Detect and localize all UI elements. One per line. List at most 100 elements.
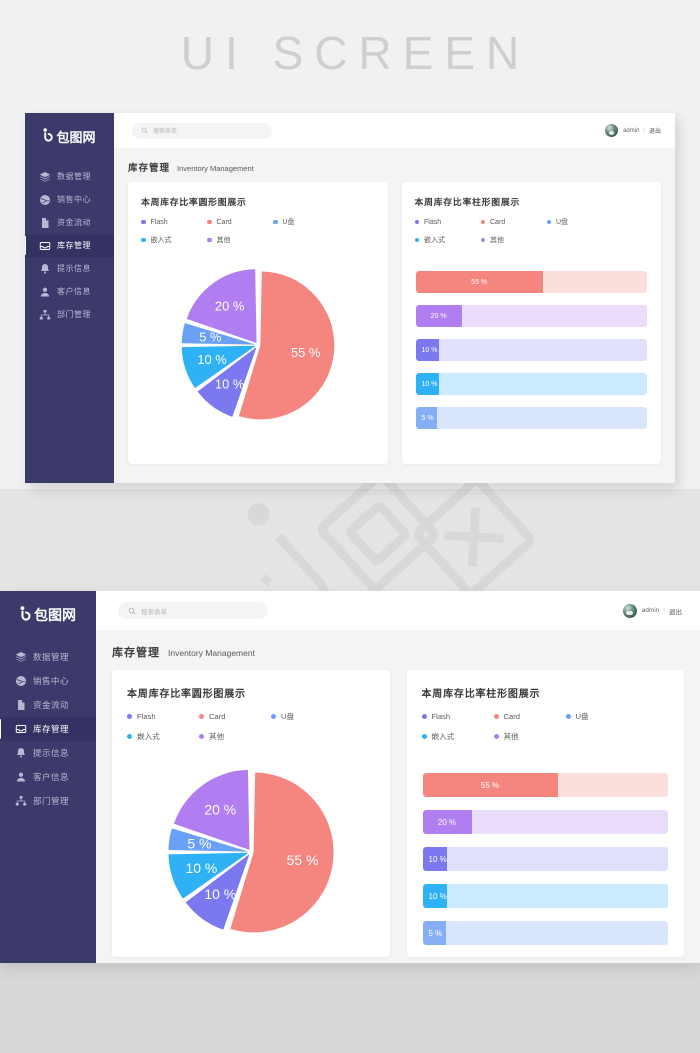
sidebar-item-label: 数据管理 bbox=[33, 652, 70, 662]
legend-item[interactable]: Card bbox=[480, 217, 547, 227]
logo-mark bbox=[43, 127, 54, 145]
legend-item[interactable]: 其他 bbox=[207, 235, 273, 245]
legend-dot bbox=[480, 237, 485, 243]
legend-item[interactable]: Flash bbox=[127, 711, 199, 722]
logo[interactable]: 包图网 bbox=[25, 113, 114, 159]
legend-item[interactable]: 其他 bbox=[199, 731, 271, 742]
sidebar-item-label: 销售中心 bbox=[33, 676, 70, 686]
legend-item[interactable]: Card bbox=[493, 711, 566, 722]
legend-item[interactable]: Flash bbox=[421, 711, 494, 722]
bar-row[interactable]: 20 % bbox=[422, 810, 668, 834]
legend-dot bbox=[199, 714, 204, 719]
card-bar-chart: 本周库存比率柱形图展示 Flash Card U盘 嵌入式 其他 55 % 20 … bbox=[406, 670, 684, 957]
sidebar-item-inventory-management[interactable]: 库存管理 bbox=[0, 717, 96, 741]
sidebar-item-notifications[interactable]: 提示信息 bbox=[25, 257, 114, 280]
bar-row[interactable]: 5 % bbox=[422, 921, 668, 945]
sidebar-item-notifications[interactable]: 提示信息 bbox=[0, 741, 96, 765]
legend-label: 其他 bbox=[503, 732, 519, 741]
app-window-main: 包图网 数据管理 销售中心 资金流动 库存管理 提示信息 客户信息 部门管理 搜… bbox=[0, 591, 700, 963]
user-menu[interactable]: admin | 退出 bbox=[605, 124, 661, 137]
banner: UI SCREEN bbox=[0, 0, 700, 105]
sidebar-item-data-management[interactable]: 数据管理 bbox=[0, 645, 96, 669]
legend-item[interactable]: Flash bbox=[141, 217, 207, 227]
bell-icon bbox=[38, 262, 51, 275]
search-input[interactable]: 搜索表单 bbox=[118, 602, 268, 619]
pie-slice-label: 55 % bbox=[286, 852, 318, 868]
legend-dot bbox=[207, 237, 212, 243]
sidebar-item-fund-flow[interactable]: 资金流动 bbox=[0, 693, 96, 717]
legend-item[interactable]: 嵌入式 bbox=[414, 235, 481, 245]
sidebar-item-department-management[interactable]: 部门管理 bbox=[0, 789, 96, 813]
bar-fill: 10 % bbox=[422, 884, 448, 908]
separator: | bbox=[643, 127, 645, 134]
legend-label: U盘 bbox=[281, 712, 295, 721]
bar-fill: 10 % bbox=[415, 373, 439, 395]
search-placeholder: 搜索表单 bbox=[153, 129, 178, 135]
bar-legend: Flash Card U盘 嵌入式 其他 bbox=[407, 700, 647, 751]
topbar: 搜索表单 admin | 退出 bbox=[114, 113, 675, 149]
bar-row[interactable]: 5 % bbox=[415, 407, 647, 429]
legend-item[interactable]: Card bbox=[207, 217, 273, 227]
bar-fill: 20 % bbox=[415, 305, 462, 327]
logo-mark bbox=[20, 606, 32, 624]
document-icon bbox=[38, 216, 51, 229]
legend-item[interactable]: 嵌入式 bbox=[127, 731, 199, 742]
sidebar-item-sales-center[interactable]: 销售中心 bbox=[25, 188, 114, 211]
legend-label: 嵌入式 bbox=[137, 732, 160, 741]
page-title: 库存管理 Inventory Management bbox=[96, 630, 700, 670]
legend-label: Flash bbox=[431, 712, 451, 721]
bar-value-label: 20 % bbox=[430, 312, 447, 320]
user-menu[interactable]: admin | 退出 bbox=[622, 603, 682, 618]
legend-item[interactable]: 嵌入式 bbox=[141, 235, 207, 245]
search-placeholder: 搜索表单 bbox=[141, 608, 167, 616]
pie-slice-label: 5 % bbox=[187, 835, 211, 851]
bar-row[interactable]: 10 % bbox=[415, 339, 647, 361]
legend-dot bbox=[480, 219, 485, 225]
card-title: 本周库存比率圆形图展示 bbox=[127, 689, 246, 700]
sidebar-item-sales-center[interactable]: 销售中心 bbox=[0, 669, 96, 693]
legend-label: Card bbox=[490, 218, 506, 226]
legend-item[interactable]: Flash bbox=[414, 217, 481, 227]
sidebar-item-customer-info[interactable]: 客户信息 bbox=[25, 280, 114, 303]
sidebar-item-data-management[interactable]: 数据管理 bbox=[25, 165, 114, 188]
sitemap-icon bbox=[14, 795, 27, 808]
page-title-cn: 库存管理 bbox=[112, 647, 160, 659]
sidebar-item-customer-info[interactable]: 客户信息 bbox=[0, 765, 96, 789]
legend-dot bbox=[141, 219, 146, 225]
logo[interactable]: 包图网 bbox=[0, 591, 96, 639]
legend-item[interactable]: Card bbox=[199, 711, 271, 722]
legend-item[interactable]: 其他 bbox=[480, 235, 547, 245]
layers-icon bbox=[14, 651, 27, 664]
legend-item[interactable]: U盘 bbox=[271, 711, 343, 722]
bar-row[interactable]: 10 % bbox=[422, 847, 668, 871]
logo-text: 包图网 bbox=[34, 607, 76, 623]
bar-row[interactable]: 10 % bbox=[422, 884, 668, 908]
legend-label: 嵌入式 bbox=[150, 237, 172, 244]
legend-item[interactable]: 嵌入式 bbox=[421, 731, 494, 742]
bar-fill: 5 % bbox=[415, 407, 438, 429]
bar-row[interactable]: 20 % bbox=[415, 305, 647, 327]
legend-dot bbox=[493, 734, 499, 739]
bar-row[interactable]: 55 % bbox=[422, 773, 668, 797]
legend-item[interactable]: U盘 bbox=[546, 217, 613, 227]
sales-globe-icon bbox=[38, 193, 51, 206]
username: admin bbox=[641, 607, 660, 614]
page-title: 库存管理 Inventory Management bbox=[114, 148, 675, 182]
layers-icon bbox=[38, 170, 51, 183]
bar-row[interactable]: 55 % bbox=[415, 271, 647, 293]
bar-legend: Flash Card U盘 嵌入式 其他 bbox=[402, 208, 620, 253]
logout-button[interactable]: 退出 bbox=[669, 606, 682, 616]
sidebar-item-label: 部门管理 bbox=[57, 310, 91, 319]
legend-label: U盘 bbox=[282, 219, 295, 226]
legend-item[interactable]: U盘 bbox=[565, 711, 638, 722]
logout-button[interactable]: 退出 bbox=[649, 126, 661, 135]
legend-item[interactable]: 其他 bbox=[493, 731, 566, 742]
sales-globe-icon bbox=[14, 675, 27, 688]
search-input[interactable]: 搜索表单 bbox=[132, 122, 272, 139]
bar-row[interactable]: 10 % bbox=[415, 373, 647, 395]
avatar bbox=[622, 603, 637, 618]
legend-item[interactable]: U盘 bbox=[273, 217, 339, 227]
sidebar-item-fund-flow[interactable]: 资金流动 bbox=[25, 211, 114, 234]
sidebar-item-inventory-management[interactable]: 库存管理 bbox=[25, 234, 114, 257]
sidebar-item-department-management[interactable]: 部门管理 bbox=[25, 303, 114, 326]
